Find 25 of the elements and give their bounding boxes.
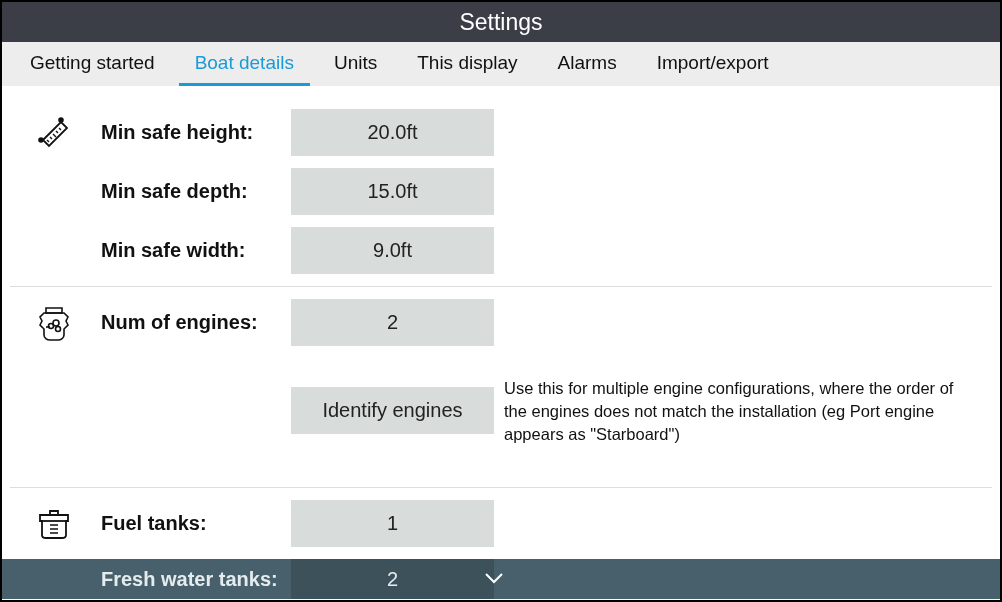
value-field[interactable]: 2	[291, 559, 494, 599]
ruler-icon	[37, 115, 71, 150]
value-field[interactable]: 20.0ft	[291, 109, 494, 156]
chevron-down-icon	[485, 573, 503, 584]
tab[interactable]: This display	[401, 42, 534, 86]
setting-label: Num of engines:	[101, 311, 259, 334]
tab[interactable]: Import/export	[640, 42, 785, 86]
tab[interactable]: Alarms	[541, 42, 633, 86]
value-field[interactable]: 15.0ft	[291, 168, 494, 215]
value-field[interactable]: 9.0ft	[291, 227, 494, 274]
tank-icon	[37, 508, 71, 539]
setting-label: Min safe height:	[101, 121, 255, 144]
setting-label: Fuel tanks:	[101, 512, 208, 535]
setting-label: Min safe width:	[101, 239, 247, 262]
scroll-more-bar[interactable]: Fresh water tanks: 2	[2, 559, 1000, 599]
setting-label: Min safe depth:	[101, 180, 249, 203]
tab[interactable]: Units	[317, 42, 394, 86]
help-text: Use this for multiple engine configurations, where the order of the engines does not match the installation (eg Port engine appears as "Starboard")	[504, 378, 955, 445]
value-field[interactable]: 2	[291, 299, 494, 346]
setting-label: Fresh water tanks:	[101, 568, 279, 591]
tab[interactable]: Getting started	[14, 42, 171, 86]
window-title: Settings	[2, 2, 1000, 42]
engine-icon	[37, 304, 71, 341]
identify-button[interactable]: Identify engines	[291, 387, 494, 434]
value-field[interactable]: 1	[291, 500, 494, 547]
